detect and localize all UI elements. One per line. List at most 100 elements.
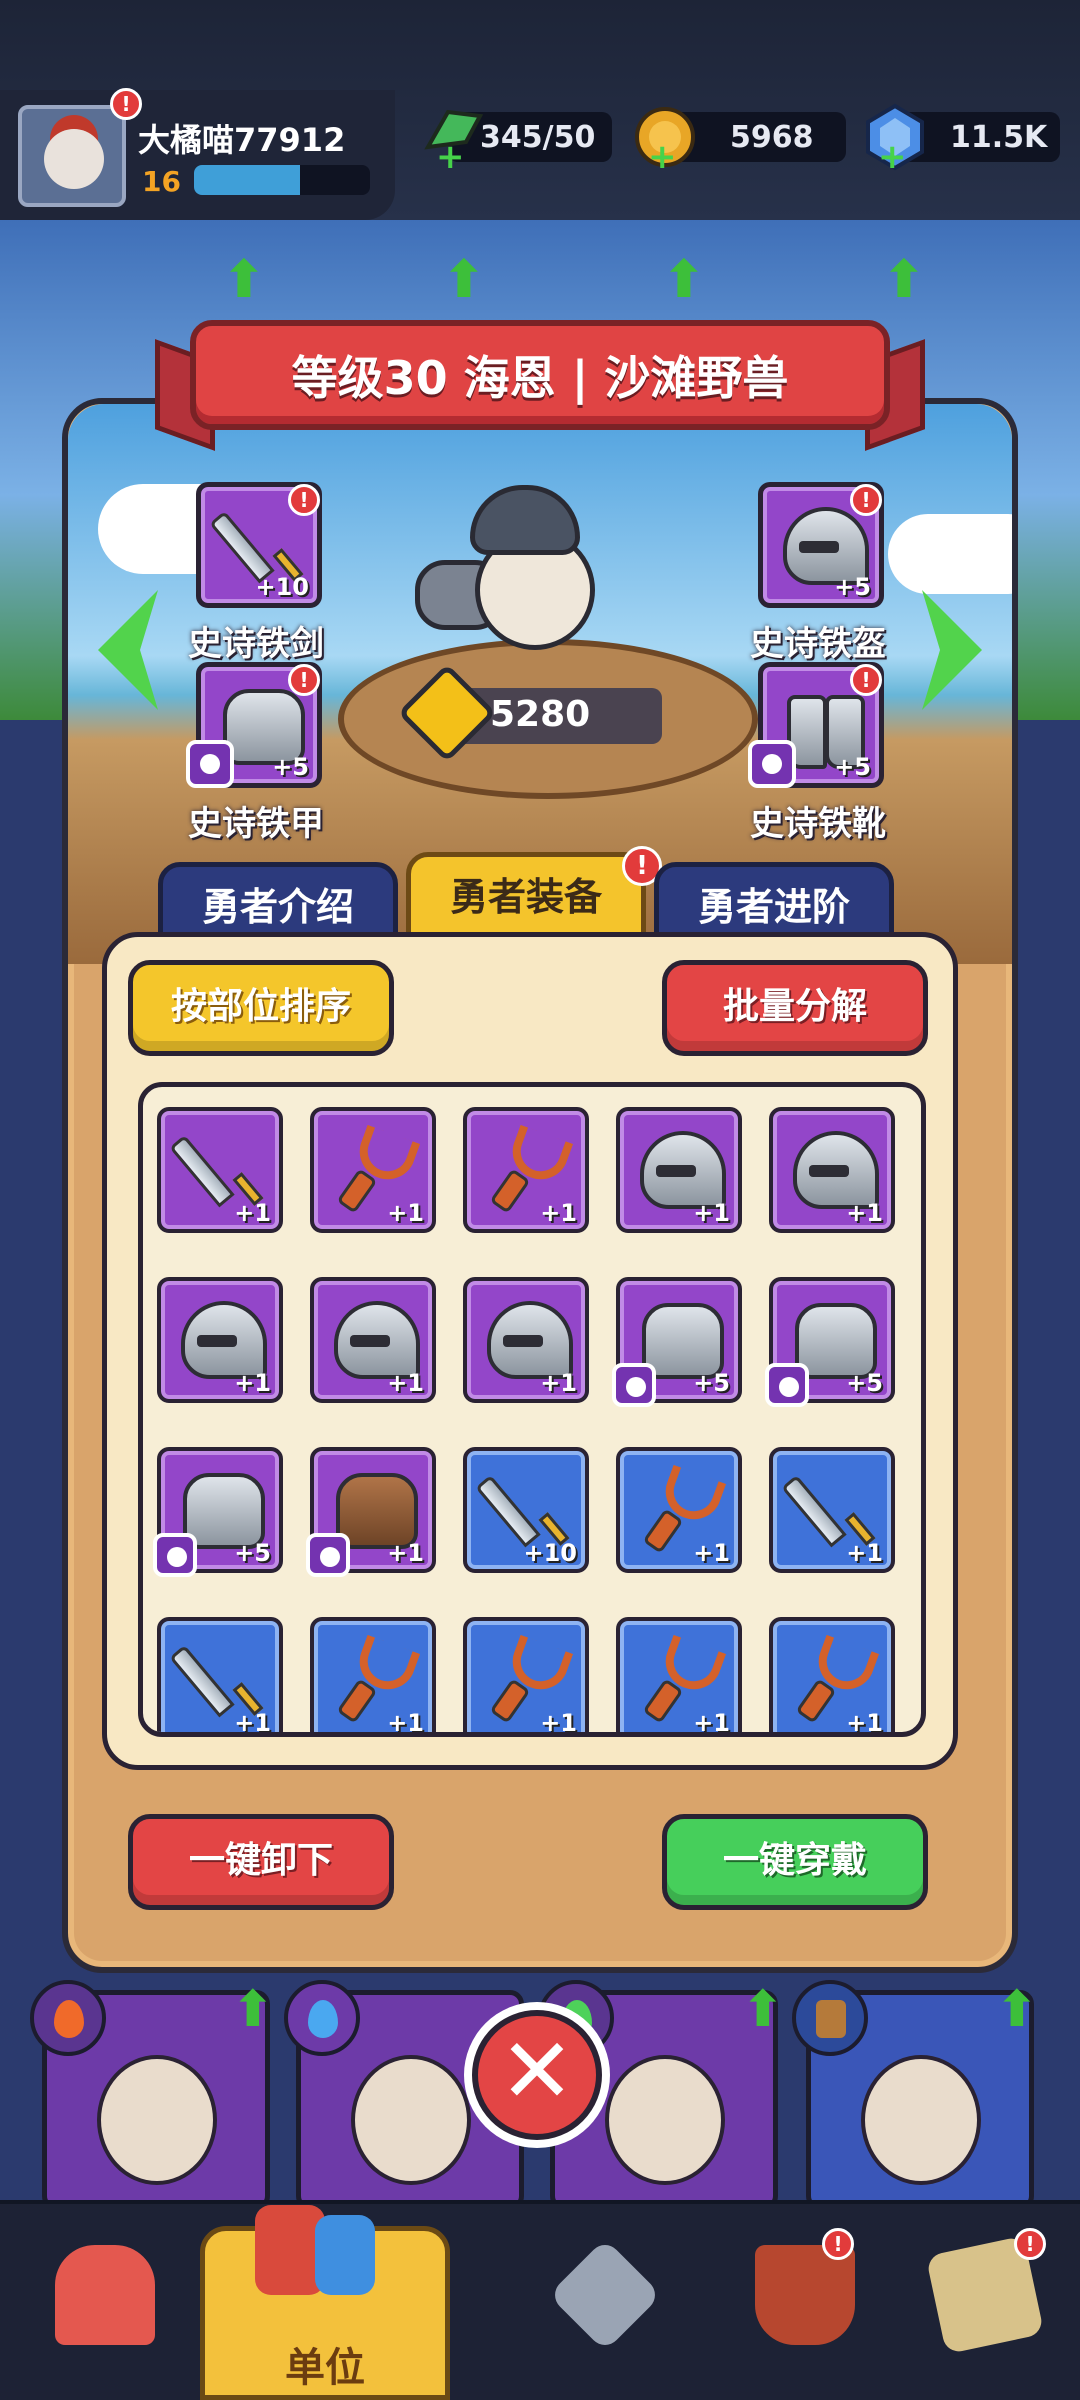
inventory-item[interactable]: +1 <box>463 1107 589 1233</box>
item-level: +10 <box>523 1539 577 1567</box>
inventory-item[interactable]: +1 <box>310 1107 436 1233</box>
inventory-item[interactable]: +1 <box>769 1107 895 1233</box>
item-level: +1 <box>846 1709 883 1737</box>
nav-alert-icon: ! <box>1014 2228 1046 2260</box>
item-level: +1 <box>387 1539 424 1567</box>
hero-portrait <box>351 2055 471 2185</box>
home-icon <box>55 2245 155 2345</box>
xp-fill <box>194 165 300 195</box>
fire-element-icon <box>30 1980 106 2056</box>
inventory-item[interactable]: +1 <box>769 1617 895 1737</box>
sort-by-slot-button[interactable]: 按部位排序 <box>128 960 394 1056</box>
inventory-item[interactable]: +5 <box>765 1277 895 1407</box>
inventory-item[interactable]: +1 <box>463 1617 589 1737</box>
inventory-item[interactable]: +1 <box>616 1107 742 1233</box>
item-level: +1 <box>387 1709 424 1737</box>
item-level: +5 <box>693 1369 730 1397</box>
hero-portrait <box>861 2055 981 2185</box>
player-level: 16 <box>142 165 181 198</box>
set-badge-icon <box>186 740 234 788</box>
nav-battle[interactable] <box>540 2230 670 2370</box>
item-level: +1 <box>234 1199 271 1227</box>
equip-level: +5 <box>834 753 871 781</box>
item-level: +1 <box>693 1199 730 1227</box>
inventory-item[interactable]: +1 <box>310 1277 436 1403</box>
equip-slot-label: 史诗铁盔 <box>750 624 886 664</box>
equip-level: +5 <box>834 573 871 601</box>
inventory-item[interactable]: +10 <box>463 1447 589 1573</box>
hero-portrait <box>97 2055 217 2185</box>
inventory-item[interactable]: +1 <box>616 1617 742 1737</box>
item-level: +1 <box>387 1199 424 1227</box>
equip-slot-label: 史诗铁靴 <box>750 804 886 844</box>
inventory-grid[interactable]: +1 +1 +1 +1 +1 +1 +1 +1 +5 +5 +5 +1 +10 +1 +1 +1 +1 +1 +1 +… <box>138 1082 926 1737</box>
add-gems-icon[interactable]: + <box>878 140 908 174</box>
water-element-icon <box>284 1980 360 2056</box>
close-button[interactable]: ✕ <box>472 2010 602 2140</box>
alert-icon: ! <box>288 484 320 516</box>
cloud <box>888 514 1012 594</box>
set-badge-icon <box>612 1363 656 1407</box>
equip-level: +5 <box>272 753 309 781</box>
helmet-icon <box>793 1131 879 1209</box>
hero-cap <box>470 485 580 555</box>
item-level: +1 <box>693 1709 730 1737</box>
unequip-all-button[interactable]: 一键卸下 <box>128 1814 394 1910</box>
nav-alert-icon: ! <box>822 2228 854 2260</box>
inventory-item[interactable]: +1 <box>769 1447 895 1573</box>
gem-resource[interactable]: + 11.5K <box>866 103 1060 174</box>
tab-hero-equipment[interactable]: 勇者装备 <box>406 852 646 944</box>
set-badge-icon <box>765 1363 809 1407</box>
inventory-item[interactable]: +1 <box>157 1617 283 1737</box>
alert-icon: ! <box>288 664 320 696</box>
coin-resource[interactable]: + 5968 <box>635 107 846 174</box>
alert-icon: ! <box>850 664 882 696</box>
unit-icon <box>245 2190 375 2330</box>
bulk-decompose-button[interactable]: 批量分解 <box>662 960 928 1056</box>
equip-slot-label: 史诗铁剑 <box>188 624 324 664</box>
xp-bar <box>194 165 370 195</box>
energy-value: 345/50 <box>480 120 596 155</box>
item-level: +5 <box>846 1369 883 1397</box>
helmet-icon <box>334 1301 420 1379</box>
helmet-icon <box>487 1301 573 1379</box>
helmet-icon <box>181 1301 267 1379</box>
hero-title: 等级30 海恩 | 沙滩野兽 <box>291 351 789 405</box>
ship-icon <box>755 2245 855 2345</box>
inventory-item[interactable]: +1 <box>463 1277 589 1403</box>
upgrade-arrow-icon: ⬆ <box>996 1980 1038 2038</box>
hero-power: 5280 <box>490 694 591 735</box>
inventory-item[interactable]: +1 <box>157 1277 283 1403</box>
inventory-item[interactable]: +5 <box>153 1447 283 1577</box>
inventory-item[interactable]: +1 <box>306 1447 436 1577</box>
gem-value: 11.5K <box>950 120 1048 155</box>
upgrade-arrow-icon: ⬆ <box>742 1980 784 2038</box>
upgrade-arrow-icon: ⬆ <box>442 250 486 310</box>
upgrade-arrow-icon: ⬆ <box>232 1980 274 2038</box>
equip-all-button[interactable]: 一键穿戴 <box>662 1814 928 1910</box>
add-energy-icon[interactable]: + <box>436 140 466 174</box>
item-level: +1 <box>234 1709 271 1737</box>
item-level: +1 <box>540 1709 577 1737</box>
upgrade-arrow-icon: ⬆ <box>882 250 926 310</box>
energy-resource[interactable]: + 345/50 <box>424 109 612 174</box>
set-badge-icon <box>748 740 796 788</box>
item-level: +5 <box>234 1539 271 1567</box>
nav-unit-label: 单位 <box>285 2345 365 2391</box>
inventory-item[interactable]: +1 <box>157 1107 283 1233</box>
player-avatar[interactable] <box>18 105 126 207</box>
crossed-swords-icon <box>548 2238 662 2352</box>
player-name: 大橘喵77912 <box>138 121 346 159</box>
set-badge-icon <box>153 1533 197 1577</box>
inventory-item[interactable]: +1 <box>616 1447 742 1573</box>
item-level: +1 <box>540 1199 577 1227</box>
hero-figure[interactable] <box>415 470 645 680</box>
add-coins-icon[interactable]: + <box>648 140 678 174</box>
inventory-item[interactable]: +1 <box>310 1617 436 1737</box>
inventory-item[interactable]: +5 <box>612 1277 742 1407</box>
avatar-face <box>44 129 104 189</box>
nav-home[interactable] <box>40 2230 170 2370</box>
alert-icon: ! <box>850 484 882 516</box>
upgrade-arrow-icon: ⬆ <box>222 250 266 310</box>
helmet-icon <box>640 1131 726 1209</box>
